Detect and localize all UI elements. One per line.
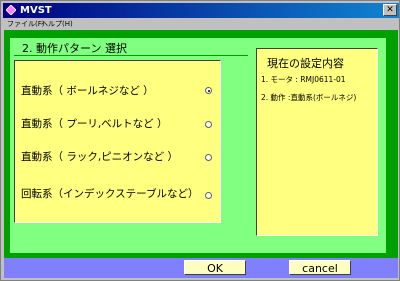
title-divider <box>14 55 248 56</box>
window-title: MVST <box>20 5 52 16</box>
title-bar[interactable]: MVST ✕ <box>3 3 399 18</box>
close-icon: ✕ <box>386 5 394 15</box>
main-area: 2. 動作パターン 選択 直動系（ ボールネジなど ） 直動系（ プーリ,ベルト… <box>4 30 398 278</box>
motion-pattern-options: 直動系（ ボールネジなど ） 直動系（ プーリ,ベルトなど ） 直動系（ ラック… <box>14 60 221 223</box>
option-pulley-belt-radio[interactable] <box>205 121 212 128</box>
app-window: MVST ✕ ファイル(F) ヘルプ(H) 2. 動作パターン 選択 直動系（ … <box>0 0 400 281</box>
app-icon <box>6 5 16 15</box>
option-ball-screw-radio[interactable] <box>205 87 212 94</box>
setting-motor: 1. モータ : RMJ0611-01 <box>261 75 346 84</box>
option-rack-pinion-label[interactable]: 直動系（ ラック,ピニオンなど ） <box>21 149 178 164</box>
option-index-table-radio[interactable] <box>205 192 212 199</box>
section-title: 2. 動作パターン 選択 <box>22 42 127 55</box>
setting-motion: 2. 動作 :直動系(ボールネジ) <box>261 93 357 102</box>
menu-bar: ファイル(F) ヘルプ(H) <box>3 18 399 30</box>
cancel-button[interactable]: cancel <box>289 260 351 275</box>
option-rack-pinion-radio[interactable] <box>205 154 212 161</box>
option-pulley-belt-label[interactable]: 直動系（ プーリ,ベルトなど ） <box>21 116 168 131</box>
button-bar: OK cancel <box>4 258 398 278</box>
option-index-table-label[interactable]: 回転系（インデックステーブルなど） <box>21 186 199 201</box>
menu-help[interactable]: ヘルプ(H) <box>41 18 73 30</box>
current-settings-panel: 現在の設定内容 1. モータ : RMJ0611-01 2. 動作 :直動系(ボ… <box>256 48 378 236</box>
settings-title: 現在の設定内容 <box>267 57 344 70</box>
option-ball-screw-label[interactable]: 直動系（ ボールネジなど ） <box>21 83 154 98</box>
content-panel: 2. 動作パターン 選択 直動系（ ボールネジなど ） 直動系（ プーリ,ベルト… <box>10 38 386 253</box>
close-button[interactable]: ✕ <box>383 4 397 16</box>
radio-selected-dot <box>207 89 210 92</box>
ok-button[interactable]: OK <box>184 260 246 275</box>
menu-file[interactable]: ファイル(F) <box>7 18 45 30</box>
